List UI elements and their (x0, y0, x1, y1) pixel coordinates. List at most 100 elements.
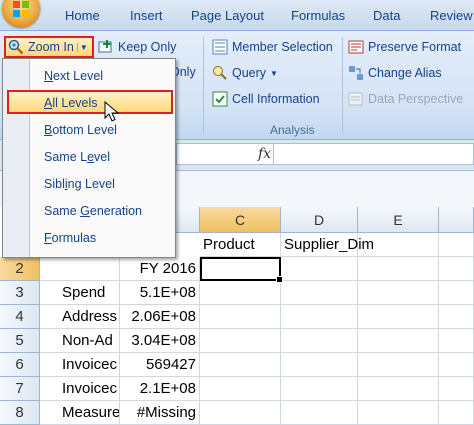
cell-e8[interactable] (358, 401, 439, 425)
tab-insert[interactable]: Insert (130, 8, 163, 23)
cell-c6[interactable] (200, 353, 281, 377)
cell-information-button[interactable]: Cell Information (212, 91, 320, 107)
query-dropdown-icon: ▼ (270, 68, 278, 78)
query-icon (213, 66, 227, 80)
cell-b4[interactable]: 2.06E+08 (120, 305, 200, 329)
menu-item-accelerator: G (80, 204, 90, 218)
change-alias-label: Change Alias (368, 66, 442, 80)
cell-b6[interactable]: 569427 (120, 353, 200, 377)
preserve-format-label: Preserve Format (368, 40, 462, 54)
menu-item-next-level[interactable]: Next Level (44, 69, 103, 83)
zoom-in-button[interactable]: Zoom In ▼ (4, 36, 94, 58)
cell-f8[interactable] (439, 401, 474, 425)
tab-formulas[interactable]: Formulas (291, 8, 345, 23)
data-perspective-button: Data Perspective (348, 91, 463, 107)
keep-only-label: Keep Only (118, 40, 177, 54)
formula-input[interactable] (176, 143, 474, 165)
query-button[interactable]: Query ▼ (212, 65, 278, 81)
tab-page-layout[interactable]: Page Layout (191, 8, 264, 23)
cell-a3[interactable]: Spend (40, 281, 120, 305)
cell-e6[interactable] (358, 353, 439, 377)
cell-b2[interactable]: FY 2016 (120, 257, 200, 281)
cell-a4[interactable]: Address (40, 305, 120, 329)
cell-e3[interactable] (358, 281, 439, 305)
cell-f1[interactable] (439, 233, 474, 257)
row-header-4[interactable]: 4 (0, 305, 40, 329)
row-header-5[interactable]: 5 (0, 329, 40, 353)
row-header-6[interactable]: 6 (0, 353, 40, 377)
cell-a6[interactable]: Invoicec (40, 353, 120, 377)
member-selection-button[interactable]: Member Selection (212, 39, 333, 55)
menu-item-formulas[interactable]: Formulas (44, 231, 96, 245)
zoom-in-dropdown-menu: Next Level All Levels Bottom Level Same Lev… (2, 58, 176, 258)
column-header-c[interactable]: C (200, 207, 281, 233)
cell-e7[interactable] (358, 377, 439, 401)
cell-c3[interactable] (200, 281, 281, 305)
insert-function-icon[interactable]: fx (258, 146, 271, 162)
cell-d7[interactable] (281, 377, 358, 401)
cell-d3[interactable] (281, 281, 358, 305)
menu-item-bottom-level[interactable]: Bottom Level (44, 123, 117, 137)
cell-f2[interactable] (439, 257, 474, 281)
cell-d2[interactable] (281, 257, 358, 281)
cell-b8[interactable]: #Missing (120, 401, 200, 425)
cell-f6[interactable] (439, 353, 474, 377)
column-header-b[interactable] (176, 207, 200, 233)
menu-item-sibling-level[interactable]: Sibling Level (44, 177, 115, 191)
analysis-group-label: Analysis (270, 123, 315, 137)
ribbon-separator (342, 37, 343, 133)
cell-d4[interactable] (281, 305, 358, 329)
menu-item-all-levels[interactable]: All Levels (44, 96, 98, 110)
row-header-7[interactable]: 7 (0, 377, 40, 401)
cell-f3[interactable] (439, 281, 474, 305)
cell-d8[interactable] (281, 401, 358, 425)
menu-item-text: ll Levels (52, 96, 98, 110)
row-header-8[interactable]: 8 (0, 401, 40, 425)
cell-e2[interactable] (358, 257, 439, 281)
tab-data[interactable]: Data (373, 8, 400, 23)
keep-only-button[interactable]: Keep Only (98, 39, 176, 55)
cell-c4[interactable] (200, 305, 281, 329)
cell-b7[interactable]: 2.1E+08 (120, 377, 200, 401)
tab-review[interactable]: Review (430, 8, 473, 23)
row-header-3[interactable]: 3 (0, 281, 40, 305)
fill-handle[interactable] (276, 276, 283, 283)
cell-b3[interactable]: 5.1E+08 (120, 281, 200, 305)
menu-item-same-generation[interactable]: Same Generation (44, 204, 142, 218)
menu-item-accelerator: N (44, 69, 54, 83)
cell-e4[interactable] (358, 305, 439, 329)
cell-a7[interactable]: Invoicec (40, 377, 120, 401)
cell-f4[interactable] (439, 305, 474, 329)
active-cell-c2[interactable] (200, 257, 283, 283)
cell-c1[interactable]: Product (200, 233, 281, 257)
column-header-e[interactable]: E (358, 207, 439, 233)
cell-c5[interactable] (200, 329, 281, 353)
cell-c8[interactable] (200, 401, 281, 425)
cell-d1[interactable]: Supplier_Dim (281, 233, 374, 257)
preserve-format-button[interactable]: Preserve Format (348, 39, 461, 55)
zoom-in-dropdown-icon[interactable]: ▼ (76, 42, 88, 52)
menu-item-same-level[interactable]: Same Level (44, 150, 110, 164)
cell-a2[interactable] (40, 257, 120, 281)
cell-e1[interactable] (358, 233, 439, 257)
row-header-2[interactable]: 2 (0, 257, 40, 281)
query-label: Query (232, 66, 267, 80)
change-alias-button[interactable]: Change Alias (348, 65, 442, 81)
cell-b5[interactable]: 3.04E+08 (120, 329, 200, 353)
cell-f5[interactable] (439, 329, 474, 353)
ribbon-tab-bar: Home Insert Page Layout Formulas Data Re… (0, 0, 474, 31)
office-button[interactable] (2, 0, 40, 28)
cell-a5[interactable]: Non-Ad (40, 329, 120, 353)
cell-d5[interactable] (281, 329, 358, 353)
cell-d6[interactable] (281, 353, 358, 377)
cell-c7[interactable] (200, 377, 281, 401)
cell-e5[interactable] (358, 329, 439, 353)
menu-item-text: Same (44, 204, 81, 218)
keep-only-icon (98, 40, 112, 53)
column-header-f[interactable] (439, 207, 474, 233)
column-header-d[interactable]: D (281, 207, 358, 233)
cell-f7[interactable] (439, 377, 474, 401)
tab-home[interactable]: Home (65, 8, 100, 23)
cell-a8[interactable]: Measures (40, 401, 120, 425)
data-perspective-label: Data Perspective (368, 92, 464, 106)
